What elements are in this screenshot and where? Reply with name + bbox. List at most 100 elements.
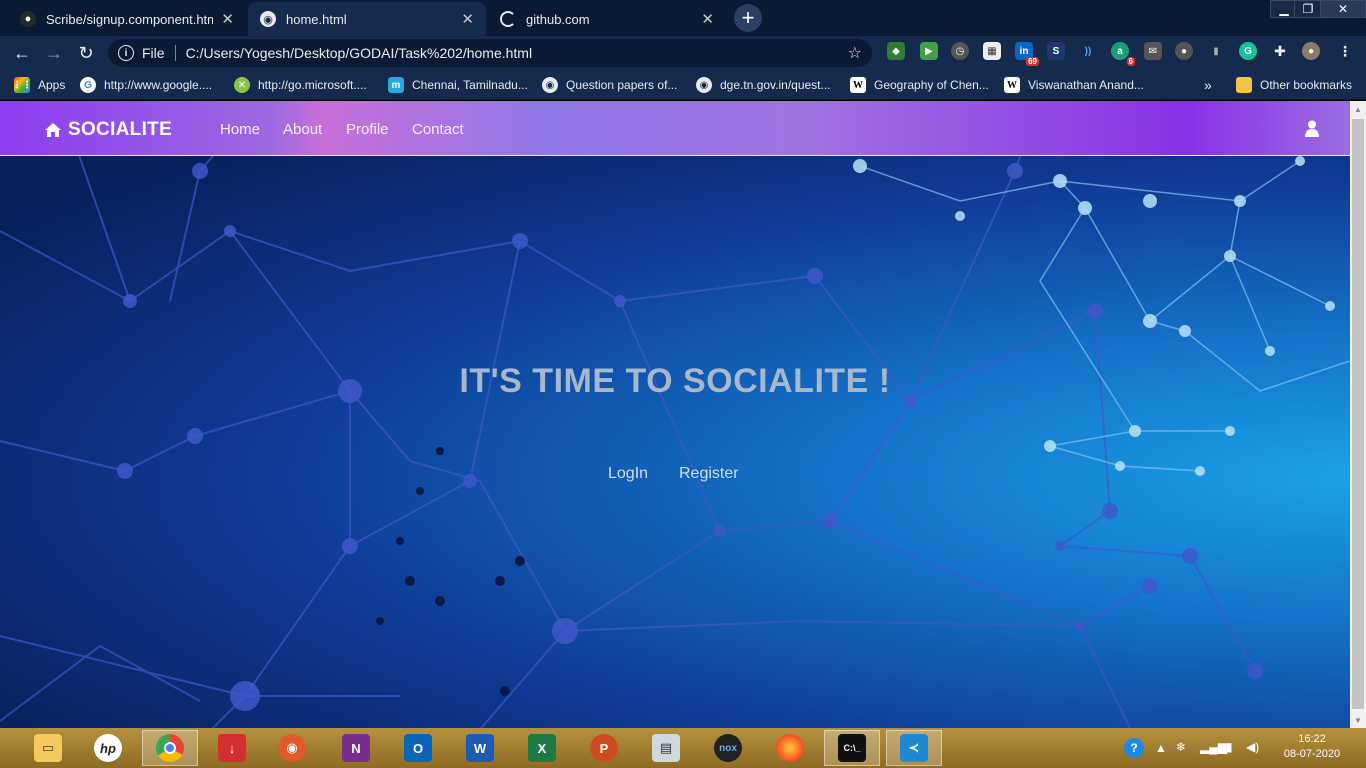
bookmark-geography[interactable]: W Geography of Chen... (850, 76, 989, 94)
mic-extension-icon[interactable]: ▮ (1207, 42, 1225, 60)
nav-link-profile[interactable]: Profile (346, 121, 389, 138)
tray-expand-icon[interactable]: ▲ (1155, 741, 1167, 755)
register-link[interactable]: Register (679, 465, 739, 483)
bookmark-viswanathan[interactable]: W Viswanathan Anand... (1004, 76, 1144, 94)
extension-icon[interactable]: ◆ (887, 42, 905, 60)
tab-scribe[interactable]: ● Scribe/signup.component.html a ✕ (8, 2, 246, 36)
battery-icon[interactable]: ▮ (1226, 740, 1233, 754)
tab-title: github.com (526, 11, 590, 27)
bookmark-label: Viswanathan Anand... (1028, 78, 1144, 92)
taskbar-nox[interactable]: nox (700, 730, 756, 766)
bookmark-microsoft[interactable]: ✕ http://go.microsoft.... (234, 76, 367, 94)
taskbar-excel[interactable]: X (514, 730, 570, 766)
calendar-extension-icon[interactable]: ▦ (983, 42, 1001, 60)
folder-icon (1236, 77, 1252, 93)
nav-link-home[interactable]: Home (220, 121, 260, 138)
bookmark-apps[interactable]: ⋮⋮ Apps (12, 76, 65, 94)
tab-title: Scribe/signup.component.html a (46, 11, 214, 27)
user-icon[interactable] (1305, 120, 1319, 137)
bookmark-chennai[interactable]: m Chennai, Tamilnadu... (388, 76, 528, 94)
tab-title: home.html (286, 11, 347, 27)
outlook-icon: O (404, 734, 432, 762)
new-tab-button[interactable]: + (734, 4, 762, 32)
bookmark-question-papers[interactable]: ◉ Question papers of... (542, 76, 677, 94)
taskbar-firefox-dev[interactable]: ◉ (264, 730, 320, 766)
system-clock[interactable]: 16:22 08-07-2020 (1282, 732, 1342, 762)
url-text[interactable]: C:/Users/Yogesh/Desktop/GODAI/Task%202/h… (186, 45, 848, 61)
taskbar-onenote[interactable]: N (328, 730, 384, 766)
tab-strip: ● Scribe/signup.component.html a ✕ ◉ hom… (0, 0, 1366, 36)
menu-kebab-icon[interactable]: ⋮ (1336, 42, 1354, 60)
mail-extension-icon[interactable]: ✉ (1144, 42, 1162, 60)
taskbar-downloader[interactable]: ↓ (204, 730, 260, 766)
close-tab-icon[interactable]: ✕ (461, 10, 474, 28)
s-extension-icon[interactable]: S (1047, 42, 1065, 60)
web-page: SOCIALITE Home About Profile Contact IT'… (0, 101, 1350, 728)
tab-home[interactable]: ◉ home.html ✕ (248, 2, 486, 36)
restore-button[interactable]: ❐ (1294, 0, 1322, 18)
taskbar-powerpoint[interactable]: P (576, 730, 632, 766)
taskbar-chrome[interactable] (142, 730, 198, 766)
tab-github[interactable]: github.com ✕ (488, 2, 726, 36)
taskbar-firefox[interactable] (762, 730, 818, 766)
nav-link-contact[interactable]: Contact (412, 121, 464, 138)
network-background-graphic (0, 101, 1350, 728)
brand-logo[interactable]: SOCIALITE (44, 119, 172, 141)
site-navbar: SOCIALITE Home About Profile Contact (0, 101, 1350, 156)
word-icon: W (466, 734, 494, 762)
scheme-label: File (142, 45, 165, 61)
address-bar[interactable]: i File C:/Users/Yogesh/Desktop/GODAI/Tas… (108, 39, 872, 67)
forward-button[interactable]: → (42, 41, 66, 65)
reload-button[interactable]: ↻ (74, 41, 98, 65)
download-icon: ↓ (218, 734, 246, 762)
taskbar-vscode[interactable]: ≺ (886, 730, 942, 766)
profile-avatar[interactable]: ● (1302, 42, 1320, 60)
loading-spinner-icon (500, 11, 516, 27)
a-extension-icon[interactable]: a6 (1111, 42, 1135, 66)
wifi-extension-icon[interactable]: )) (1079, 42, 1097, 60)
nav-link-about[interactable]: About (283, 121, 322, 138)
close-tab-icon[interactable]: ✕ (701, 10, 714, 28)
puzzle-extensions-icon[interactable]: ✚ (1271, 42, 1289, 60)
taskbar-outlook[interactable]: O (390, 730, 446, 766)
monitor-icon: ▤ (652, 734, 680, 762)
close-window-button[interactable]: ✕ (1320, 0, 1366, 18)
chat-extension-icon[interactable]: ● (1175, 42, 1193, 60)
site-info-icon[interactable]: i (118, 45, 134, 61)
bookmark-label: Question papers of... (566, 78, 678, 92)
snowflake-icon[interactable]: ❄ (1176, 740, 1186, 754)
page-scrollbar[interactable]: ▲ ▼ (1350, 101, 1366, 728)
bookmark-other[interactable]: Other bookmarks (1236, 76, 1352, 94)
wikipedia-icon: W (1004, 77, 1020, 93)
close-tab-icon[interactable]: ✕ (221, 10, 234, 28)
linkedin-icon[interactable]: in 69 (1015, 42, 1039, 66)
grammarly-icon[interactable]: G (1239, 42, 1257, 60)
scrollbar-thumb[interactable] (1352, 119, 1364, 709)
bookmark-label: Chennai, Tamilnadu... (412, 78, 528, 92)
scroll-up-arrow-icon[interactable]: ▲ (1350, 101, 1366, 117)
bookmark-label: http://www.google.... (104, 78, 213, 92)
taskbar-hp[interactable]: hp (80, 730, 136, 766)
bookmark-google[interactable]: G http://www.google.... (80, 76, 212, 94)
bookmark-label: dge.tn.gov.in/quest... (720, 78, 831, 92)
taskbar-cmd[interactable]: C:\_ (824, 730, 880, 766)
login-link[interactable]: LogIn (608, 465, 648, 483)
taskbar-monitor[interactable]: ▤ (638, 730, 694, 766)
volume-icon[interactable]: ◀) (1246, 740, 1259, 754)
bookmark-label: Other bookmarks (1260, 78, 1353, 92)
cast-extension-icon[interactable]: ▶ (920, 42, 938, 60)
bookmark-dge[interactable]: ◉ dge.tn.gov.in/quest... (696, 76, 831, 94)
scroll-down-arrow-icon[interactable]: ▼ (1350, 712, 1366, 728)
network-signal-icon[interactable]: ▂▄▆ (1200, 740, 1227, 754)
help-icon[interactable]: ? (1124, 738, 1144, 758)
apps-grid-icon: ⋮⋮ (12, 77, 32, 93)
speedometer-icon[interactable]: ◷ (951, 42, 969, 60)
bookmark-label: Geography of Chen... (874, 78, 989, 92)
home-icon (45, 123, 61, 137)
taskbar-word[interactable]: W (452, 730, 508, 766)
bookmarks-overflow-button[interactable]: » (1204, 76, 1212, 94)
taskbar-file-explorer[interactable]: ▭ (20, 730, 76, 766)
powerpoint-icon: P (590, 734, 618, 762)
bookmark-star-icon[interactable]: ☆ (848, 43, 862, 63)
back-button[interactable]: ← (10, 41, 34, 65)
